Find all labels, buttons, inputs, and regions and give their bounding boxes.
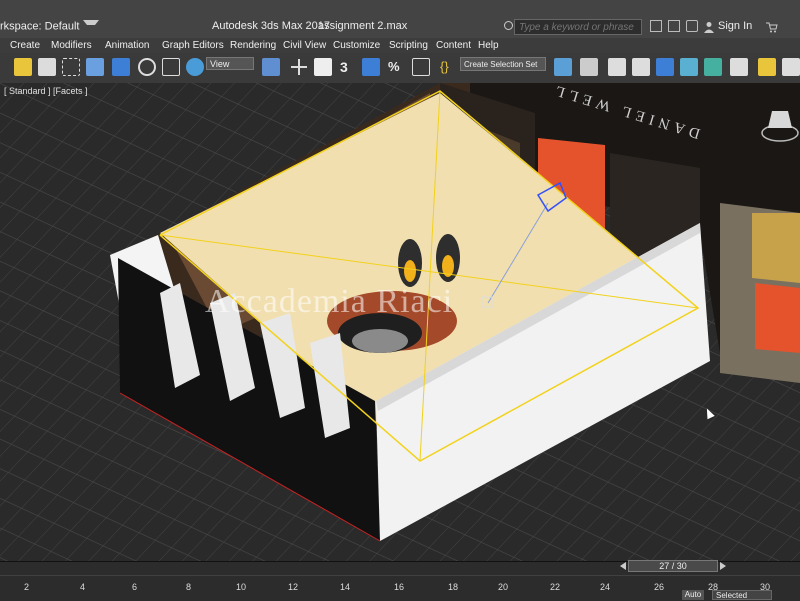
reference-coordinate-dropdown[interactable]: View bbox=[206, 57, 254, 70]
menu-rendering[interactable]: Rendering bbox=[230, 38, 276, 53]
menu-graph-editors[interactable]: Graph Editors bbox=[162, 38, 224, 53]
curve-editor-icon[interactable] bbox=[680, 58, 698, 76]
selection-set-dropdown[interactable]: Create Selection Set bbox=[460, 57, 546, 71]
tick-label: 6 bbox=[132, 582, 138, 592]
watermark: Accademia Riaci bbox=[205, 283, 454, 320]
align-icon[interactable] bbox=[580, 58, 598, 76]
tick-label: 24 bbox=[600, 582, 611, 592]
tick-label: 18 bbox=[448, 582, 459, 592]
undo-icon[interactable] bbox=[14, 58, 32, 76]
key-filter-dropdown[interactable]: Selected bbox=[712, 590, 772, 600]
layer-explorer-icon[interactable] bbox=[632, 58, 650, 76]
tick-label: 16 bbox=[394, 582, 405, 592]
render-setup-icon[interactable] bbox=[758, 58, 776, 76]
workspace-label: rkspace: Default bbox=[0, 20, 80, 33]
tick-label: 2 bbox=[24, 582, 30, 592]
keyboard-shortcut-icon[interactable] bbox=[314, 58, 332, 76]
select-object-icon[interactable] bbox=[38, 58, 56, 76]
rotate-icon[interactable] bbox=[138, 58, 156, 76]
app-title: Autodesk 3ds Max 2017 bbox=[212, 20, 331, 32]
perspective-viewport[interactable] bbox=[0, 83, 800, 561]
tick-label: 20 bbox=[498, 582, 509, 592]
ribbon-toggle-icon[interactable] bbox=[656, 58, 674, 76]
menu-content[interactable]: Content bbox=[436, 38, 471, 53]
chevron-left-icon[interactable] bbox=[620, 562, 626, 570]
rectangular-selection-icon[interactable] bbox=[62, 58, 80, 76]
mirror-icon[interactable] bbox=[554, 58, 572, 76]
cart-icon[interactable] bbox=[766, 20, 778, 33]
chevron-right-icon[interactable] bbox=[720, 562, 726, 570]
user-icon bbox=[704, 22, 714, 33]
auto-key-button[interactable]: Auto bbox=[682, 590, 704, 600]
material-editor-icon[interactable] bbox=[730, 58, 748, 76]
select-manipulate-icon[interactable] bbox=[290, 58, 308, 76]
binoculars-icon[interactable] bbox=[650, 20, 662, 32]
file-title: assignment 2.max bbox=[318, 20, 408, 32]
scene-render bbox=[0, 83, 800, 561]
tick-label: 4 bbox=[80, 582, 86, 592]
sign-in-button[interactable]: Sign In bbox=[718, 20, 752, 32]
menu-customize[interactable]: Customize bbox=[333, 38, 380, 53]
angle-snap-icon[interactable] bbox=[362, 58, 380, 76]
communication-center-icon[interactable] bbox=[668, 20, 680, 32]
menu-animation[interactable]: Animation bbox=[105, 38, 149, 53]
tick-label: 14 bbox=[340, 582, 351, 592]
menu-help[interactable]: Help bbox=[478, 38, 499, 53]
render-frame-icon[interactable] bbox=[782, 58, 800, 76]
viewport-label[interactable]: [ Standard ] [Facets ] bbox=[4, 86, 88, 96]
edit-named-selection-icon[interactable]: {} bbox=[440, 58, 458, 76]
favorites-icon[interactable] bbox=[686, 20, 698, 32]
snap-toggle-icon[interactable]: 3 bbox=[340, 58, 358, 76]
search-input[interactable] bbox=[514, 19, 642, 35]
tick-label: 8 bbox=[186, 582, 192, 592]
tick-label: 12 bbox=[288, 582, 299, 592]
window-crossing-icon[interactable] bbox=[86, 58, 104, 76]
tick-label: 22 bbox=[550, 582, 561, 592]
menu-modifiers[interactable]: Modifiers bbox=[51, 38, 92, 53]
menu-scripting[interactable]: Scripting bbox=[389, 38, 428, 53]
spinner-snap-icon[interactable] bbox=[412, 58, 430, 76]
menu-create[interactable]: Create bbox=[10, 38, 40, 53]
percent-snap-icon[interactable]: % bbox=[388, 58, 406, 76]
chevron-down-icon bbox=[83, 20, 100, 33]
search-icon[interactable] bbox=[504, 21, 513, 30]
move-icon[interactable] bbox=[112, 58, 130, 76]
tick-label: 26 bbox=[654, 582, 665, 592]
placement-icon[interactable] bbox=[186, 58, 204, 76]
tick-label: 10 bbox=[236, 582, 247, 592]
scale-icon[interactable] bbox=[162, 58, 180, 76]
pivot-center-icon[interactable] bbox=[262, 58, 280, 76]
scene-explorer-icon[interactable] bbox=[608, 58, 626, 76]
workspace-selector[interactable]: rkspace: Default bbox=[0, 20, 100, 33]
schematic-view-icon[interactable] bbox=[704, 58, 722, 76]
time-slider[interactable]: 27 / 30 bbox=[628, 560, 718, 572]
menu-civil-view[interactable]: Civil View bbox=[283, 38, 326, 53]
